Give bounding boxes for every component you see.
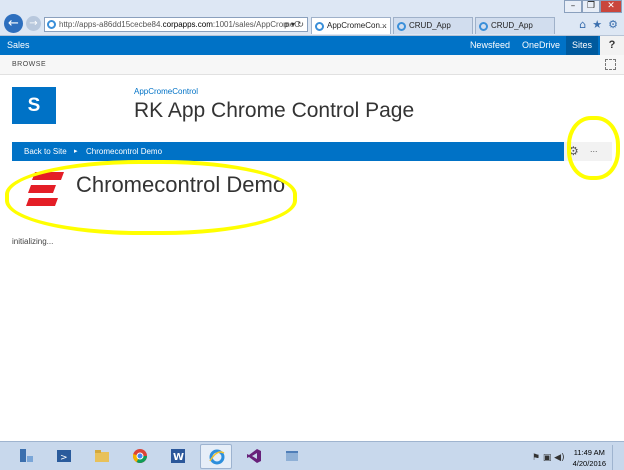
address-bar[interactable]: http://apps-a86dd15cecbe84.corpapps.com:… [44,17,308,32]
suite-link-newsfeed[interactable]: Newsfeed [464,36,516,55]
window-controls: – ❐ ✕ [564,0,622,13]
taskbar-clock[interactable]: 11:49 AM 4/20/2016 [573,447,606,469]
ribbon-bar: BROWSE [0,55,624,75]
word-icon[interactable]: W [162,444,194,469]
ie-tab-icon [315,22,324,31]
app-web-link[interactable]: AppCromeControl [134,87,198,96]
focus-on-content-icon[interactable] [605,59,616,70]
server-manager-icon[interactable] [10,444,42,469]
minimize-button[interactable]: – [564,0,582,13]
back-to-site-link[interactable]: Back to Site [24,147,67,156]
browser-toolbar: – ❐ ✕ ← → http://apps-a86dd15cecbe84.cor… [0,0,624,36]
show-desktop-button[interactable] [612,445,620,470]
ie-page-icon [47,20,56,29]
explorer-icon[interactable] [86,444,118,469]
highlight-circle-title [5,160,297,235]
suite-bar: Sales Newsfeed OneDrive Sites ? [0,36,624,55]
tab-label: CRUD_App [409,21,451,30]
powershell-icon[interactable]: > [48,444,80,469]
system-tray: ⚑ ▣ ◀) 11:49 AM 4/20/2016 [532,445,620,470]
url-prefix: http://apps-a86dd15cecbe84. [59,20,163,29]
windows-taskbar: > W ⚑ ▣ ◀) 11:49 AM 4/20/2016 [0,441,624,470]
favorites-star-icon[interactable]: ★ [592,18,602,31]
visual-studio-icon[interactable] [238,444,270,469]
chrome-control-nav: Back to Site ▸ Chromecontrol Demo ⚙ ... [12,142,612,161]
highlight-circle-settings [567,116,620,180]
home-icon[interactable]: ⌂ [579,18,586,31]
internet-explorer-icon[interactable] [200,444,232,469]
address-tools-icons[interactable]: ρ ▾ ↻ [284,18,304,31]
tab-label: CRUD_App [491,21,533,30]
browse-tab[interactable]: BROWSE [12,61,46,68]
clock-date: 4/20/2016 [572,458,606,468]
breadcrumb-arrow-icon: ▸ [74,148,78,155]
browser-icon-group: ⌂ ★ ⚙ [579,18,618,31]
suite-links: Newsfeed OneDrive Sites [464,36,598,55]
generic-app-icon[interactable] [276,444,308,469]
tray-status-icons[interactable]: ⚑ ▣ ◀) [532,453,565,463]
status-text: initializing... [12,237,54,246]
ie-tab-icon [397,22,406,31]
tab-close-icon[interactable]: × [382,18,387,34]
tools-gear-icon[interactable]: ⚙ [608,18,618,31]
suite-link-onedrive[interactable]: OneDrive [516,36,566,55]
forward-button[interactable]: → [26,16,41,31]
tab-label: AppCromeCon... [327,21,387,30]
breadcrumb-current: Chromecontrol Demo [86,147,163,156]
site-name-link[interactable]: Sales [7,40,30,50]
restore-button[interactable]: ❐ [582,0,600,13]
browser-tab-crud-app-1[interactable]: CRUD_App [393,17,473,34]
url-host: corpapps.com [162,20,213,29]
help-button[interactable]: ? [600,36,624,55]
close-window-button[interactable]: ✕ [600,0,622,13]
page-title: RK App Chrome Control Page [134,99,415,122]
back-button[interactable]: ← [4,14,23,33]
ie-tab-icon [479,22,488,31]
chrome-icon[interactable] [124,444,156,469]
clock-time: 11:49 AM [573,447,605,457]
svg-text:W: W [173,452,184,463]
browser-tab-crud-app-2[interactable]: CRUD_App [475,17,555,34]
browser-tab-appcromecontrol[interactable]: AppCromeCon... × [311,17,391,34]
svg-text:>: > [60,453,68,463]
sharepoint-logo[interactable]: S [12,87,56,124]
suite-link-sites[interactable]: Sites [565,36,598,55]
